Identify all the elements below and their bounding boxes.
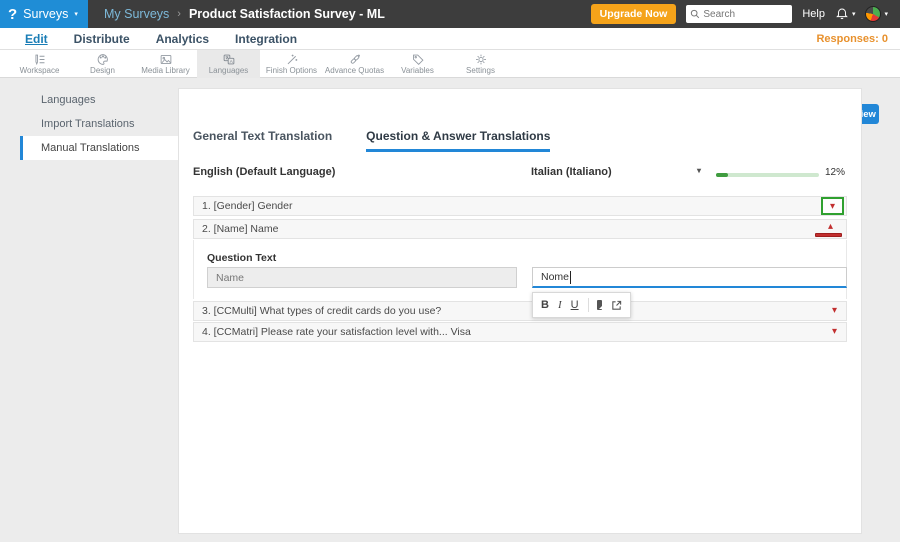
primary-nav: Edit Distribute Analytics Integration Re…	[0, 28, 900, 50]
toolbar-variables[interactable]: Variables	[386, 50, 449, 78]
bell-icon	[836, 8, 848, 20]
question-label: 4. [CCMatri] Please rate your satisfacti…	[202, 326, 471, 338]
question-text-label: Question Text	[207, 252, 277, 264]
formatting-toolbar: B I U	[532, 292, 631, 318]
translations-sidebar: Languages Import Translations Manual Tra…	[20, 88, 178, 160]
question-label: 1. [Gender] Gender	[202, 200, 293, 212]
italic-button[interactable]: I	[558, 299, 562, 311]
question-row-ccmatri[interactable]: 4. [CCMatri] Please rate your satisfacti…	[193, 322, 847, 342]
breadcrumb: My Surveys › Product Satisfaction Survey…	[104, 7, 385, 21]
search-input[interactable]	[703, 8, 784, 20]
question-label: 3. [CCMulti] What types of credit cards …	[202, 305, 442, 317]
question-editor: Question Text B I U	[193, 240, 847, 318]
manual-translations-panel: General Text Translation Question & Answ…	[178, 88, 862, 534]
account-menu[interactable]: ▾	[865, 6, 888, 22]
media-library-icon	[159, 53, 173, 66]
tab-question-answer-translations[interactable]: Question & Answer Translations	[366, 129, 551, 152]
expanded-indicator-bar	[815, 233, 842, 237]
question-row-gender[interactable]: 1. [Gender] Gender ▾	[193, 196, 847, 216]
nav-integration[interactable]: Integration	[222, 32, 310, 46]
advance-quotas-icon	[348, 53, 362, 66]
chevron-down-icon: ▾	[884, 11, 888, 18]
search-icon	[691, 9, 700, 19]
translation-progress-fill	[716, 173, 729, 177]
tab-general-text-translation[interactable]: General Text Translation	[193, 129, 332, 152]
survey-title: Product Satisfaction Survey - ML	[188, 7, 385, 21]
translation-progress-percent: 12%	[825, 167, 846, 178]
nav-edit[interactable]: Edit	[12, 32, 61, 46]
chevron-down-icon: ▾	[74, 11, 78, 18]
text-cursor	[570, 271, 571, 284]
nav-analytics[interactable]: Analytics	[143, 32, 222, 46]
breadcrumb-my-surveys[interactable]: My Surveys	[104, 7, 169, 21]
settings-icon	[474, 53, 488, 66]
target-language-value: Italian (Italiano)	[531, 166, 612, 178]
question-row-ccmulti[interactable]: 3. [CCMulti] What types of credit cards …	[193, 301, 847, 321]
toolbar-finish-options[interactable]: Finish Options	[260, 50, 323, 78]
translation-tabs: General Text Translation Question & Answ…	[193, 129, 551, 152]
underline-button[interactable]: U	[571, 299, 579, 311]
variables-icon	[411, 53, 425, 66]
bold-button[interactable]: B	[541, 299, 549, 311]
product-menu[interactable]: ? Surveys ▾	[0, 0, 88, 28]
nav-distribute[interactable]: Distribute	[61, 32, 143, 46]
sidebar-item-import-translations[interactable]: Import Translations	[20, 112, 178, 136]
toolbar-workspace[interactable]: Workspace	[8, 50, 71, 78]
source-text-input[interactable]	[207, 267, 517, 288]
finish-options-icon	[285, 53, 299, 66]
chevron-down-icon: ▾	[851, 11, 856, 18]
chevron-down-icon: ▾	[696, 166, 701, 175]
questionpro-logo-icon: ?	[8, 5, 18, 23]
avatar	[865, 6, 882, 22]
help-link[interactable]: Help	[802, 8, 825, 20]
notifications-menu[interactable]: ▾	[835, 7, 856, 21]
toolbar-media-library[interactable]: Media Library	[134, 50, 197, 78]
question-row-name[interactable]: 2. [Name] Name ▴	[193, 219, 847, 239]
translation-progress-bar	[716, 173, 819, 177]
global-search[interactable]	[686, 5, 793, 23]
languages-icon: A	[222, 53, 236, 66]
open-link-icon[interactable]	[611, 300, 622, 311]
design-icon	[96, 53, 110, 66]
toolbar-settings[interactable]: Settings	[449, 50, 512, 78]
top-bar: ? Surveys ▾ My Surveys › Product Satisfa…	[0, 0, 900, 28]
breadcrumb-separator-icon: ›	[177, 8, 181, 20]
sidebar-item-languages[interactable]: Languages	[20, 88, 178, 112]
edit-toolbar: Workspace Design Media Library A Languag…	[0, 50, 900, 124]
question-label: 2. [Name] Name	[202, 223, 279, 235]
insert-image-icon[interactable]	[597, 300, 607, 310]
expand-caret-icon[interactable]: ▾	[830, 201, 835, 212]
workspace-icon	[33, 53, 47, 66]
expand-caret-icon[interactable]: ▾	[832, 305, 837, 316]
toolbar-languages[interactable]: A Languages	[197, 50, 260, 78]
source-language-label: English (Default Language)	[193, 166, 336, 178]
expand-caret-icon[interactable]: ▾	[832, 326, 837, 337]
target-text-input[interactable]	[532, 267, 847, 288]
action-target-annotation: ▾	[821, 197, 844, 215]
toolbar-design[interactable]: Design	[71, 50, 134, 78]
sidebar-item-manual-translations[interactable]: Manual Translations	[20, 136, 178, 160]
upgrade-now-button[interactable]: Upgrade Now	[590, 4, 677, 24]
target-language-select[interactable]: Italian (Italiano) ▾	[531, 166, 701, 178]
responses-count[interactable]: Responses: 0	[816, 33, 900, 45]
collapse-caret-icon[interactable]: ▴	[828, 221, 833, 232]
toolbar-advance-quotas[interactable]: Advance Quotas	[323, 50, 386, 78]
product-menu-label: Surveys	[23, 7, 69, 21]
